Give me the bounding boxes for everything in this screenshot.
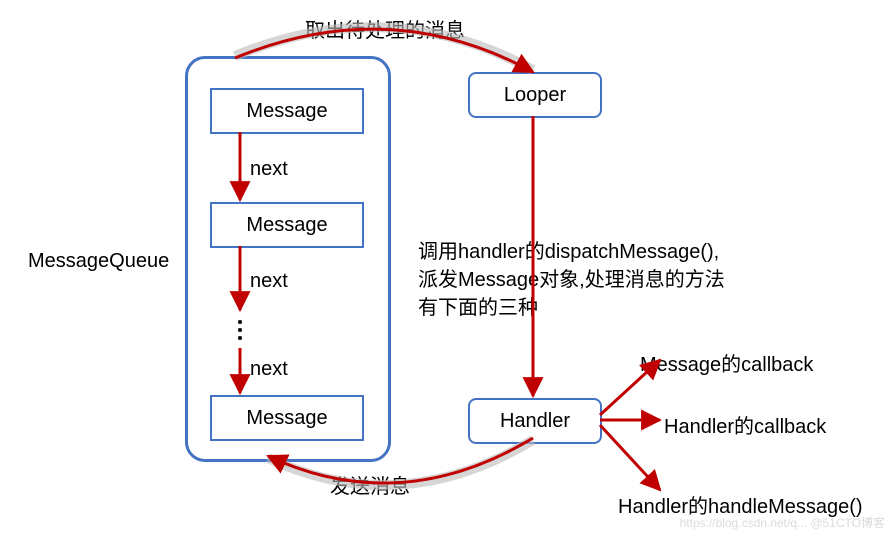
looper-text: Looper	[504, 84, 566, 107]
desc-line-3: 有下面的三种	[418, 294, 725, 322]
message-text-3: Message	[246, 407, 327, 430]
next-label-1: next	[250, 158, 288, 181]
handler-text: Handler	[500, 410, 570, 433]
next-label-2: next	[250, 270, 288, 293]
dispatch-description: 调用handler的dispatchMessage(), 派发Message对象…	[418, 238, 725, 322]
top-arrow-label: 取出待处理的消息	[305, 14, 465, 43]
desc-line-1: 调用handler的dispatchMessage(),	[418, 238, 725, 266]
message-box-1: Message	[210, 88, 364, 134]
message-box-3: Message	[210, 395, 364, 441]
bottom-arrow-label: 发送消息	[330, 470, 410, 499]
watermark-text: https://blog.csdn.net/q... @51CTO博客	[680, 514, 885, 531]
message-text-2: Message	[246, 214, 327, 237]
looper-box: Looper	[468, 72, 602, 118]
message-text-1: Message	[246, 100, 327, 123]
desc-line-2: 派发Message对象,处理消息的方法	[418, 266, 725, 294]
outcome-2: Handler的callback	[664, 410, 826, 439]
message-queue-label: MessageQueue	[28, 250, 169, 273]
message-box-2: Message	[210, 202, 364, 248]
next-label-3: next	[250, 358, 288, 381]
outcome-1: Message的callback	[640, 348, 813, 377]
handler-box: Handler	[468, 398, 602, 444]
